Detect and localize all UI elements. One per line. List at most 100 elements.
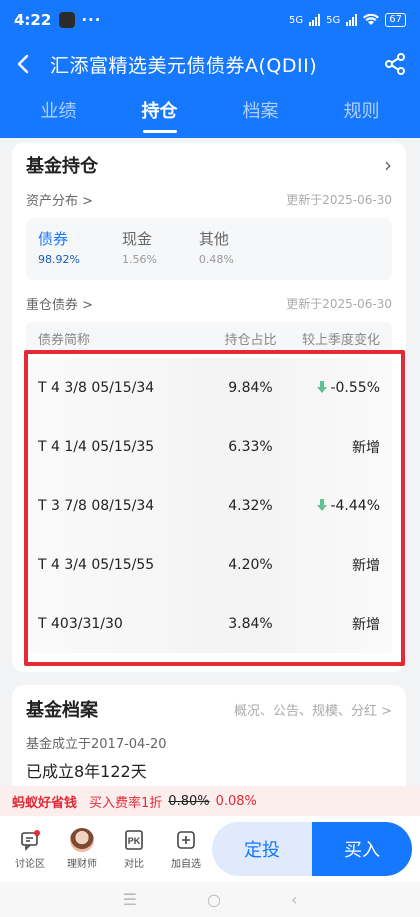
table-row[interactable]: T 4 3/8 05/15/34 9.84% -0.55% <box>26 358 392 417</box>
back-icon[interactable]: ‹ <box>291 890 297 909</box>
bond-change-value: -4.44% <box>330 497 380 514</box>
asset-distribution-header: 资产分布 > 更新于2025-06-30 <box>12 188 406 210</box>
buy-button[interactable]: 买入 <box>312 822 412 876</box>
tab-performance[interactable]: 业绩 <box>41 97 77 129</box>
arrow-down-icon <box>317 380 328 393</box>
asset-name: 其他 <box>198 230 229 248</box>
bond-ratio: 4.20% <box>228 556 273 573</box>
holdings-header[interactable]: 基金持仓 › <box>12 142 406 188</box>
asset-item-bond: 债券 98.92% <box>38 228 80 270</box>
status-indicators: 5G 5G 67 <box>289 13 406 27</box>
asset-value: 0.48% <box>198 253 234 266</box>
bond-ratio: 4.32% <box>228 497 273 514</box>
asset-item-other: 其他 0.48% <box>199 228 234 270</box>
status-time: 4:22 <box>14 11 52 29</box>
back-arrow-icon[interactable] <box>12 52 36 76</box>
bottom-label: 讨论区 <box>15 858 45 870</box>
promo-brand: 蚂蚁好省钱 <box>12 795 78 811</box>
signal-icon <box>309 14 321 26</box>
table-header: 债券简称 持仓占比 较上季度变化 <box>26 322 392 354</box>
header-area: 4:22 ··· 5G 5G 67 汇添富精选美元债债券A(QDII) 业绩 持… <box>0 0 420 138</box>
established-date: 基金成立于2017-04-20 <box>26 737 167 752</box>
menu-icon[interactable]: ☰ <box>123 890 137 909</box>
wifi-icon <box>363 14 380 25</box>
title-bar: 汇添富精选美元债债券A(QDII) <box>0 40 420 88</box>
bond-name: T 3 7/8 08/15/34 <box>38 497 155 514</box>
bond-change: 新增 <box>352 439 380 456</box>
advisor-button[interactable]: 理财师 <box>56 828 108 870</box>
more-notifications-icon: ··· <box>81 11 102 29</box>
tab-rules[interactable]: 规则 <box>344 97 380 129</box>
chat-icon <box>21 829 40 851</box>
bond-name: T 4 3/8 05/15/34 <box>38 379 155 396</box>
bond-name: T 403/31/30 <box>38 615 123 632</box>
bond-table: T 4 3/8 05/15/34 9.84% -0.55% T 4 1/4 05… <box>26 358 392 653</box>
bond-ratio: 3.84% <box>228 615 273 632</box>
bond-name: T 4 1/4 05/15/35 <box>38 438 155 455</box>
bond-ratio: 6.33% <box>228 438 273 455</box>
bottom-label: 对比 <box>124 858 144 870</box>
table-row[interactable]: T 4 1/4 05/15/35 6.33% 新增 <box>26 417 392 476</box>
bonds-updated-date: 更新于2025-06-30 <box>286 296 392 311</box>
profile-header[interactable]: 基金档案 概况、公告、规模、分红 > <box>12 685 406 733</box>
home-icon[interactable]: ○ <box>207 890 221 909</box>
table-row[interactable]: T 3 7/8 08/15/34 4.32% -4.44% <box>26 476 392 535</box>
status-bar: 4:22 ··· 5G 5G 67 <box>0 0 420 40</box>
profile-card: 基金档案 概况、公告、规模、分红 > 基金成立于2017-04-20 已成立8年… <box>12 685 406 795</box>
bottom-label: 理财师 <box>67 859 97 870</box>
bond-change: -4.44% <box>298 498 380 514</box>
system-nav-bar: ☰ ○ ‹ <box>0 882 420 917</box>
profile-links[interactable]: 概况、公告、规模、分红 > <box>234 700 392 719</box>
bond-change: -0.55% <box>298 380 380 396</box>
asset-distribution-link[interactable]: 资产分布 > <box>26 190 93 209</box>
bond-change: 新增 <box>352 616 380 633</box>
bottom-label: 加自选 <box>171 858 201 870</box>
arrow-down-icon <box>317 498 328 511</box>
bond-name: T 4 3/4 05/15/55 <box>38 556 155 573</box>
asset-name: 债券 <box>38 230 69 248</box>
advisor-avatar <box>70 828 94 852</box>
bond-change: 新增 <box>352 557 380 574</box>
column-header-ratio: 持仓占比 <box>224 332 277 348</box>
svg-text:PK: PK <box>128 836 141 846</box>
app-notification-icon <box>59 12 76 28</box>
bond-change-value: -0.55% <box>330 379 380 396</box>
column-header-change: 较上季度变化 <box>301 332 380 348</box>
table-row[interactable]: T 403/31/30 3.84% 新增 <box>26 594 392 653</box>
add-watchlist-button[interactable]: 加自选 <box>160 829 212 870</box>
signal-icon-2 <box>346 14 358 26</box>
compare-icon: PK <box>125 829 143 850</box>
table-row[interactable]: T 4 3/4 05/15/55 4.20% 新增 <box>26 535 392 594</box>
chevron-right-icon[interactable]: › <box>384 153 392 177</box>
page-title: 汇添富精选美元债债券A(QDII) <box>50 54 318 77</box>
tab-holdings[interactable]: 持仓 <box>142 97 178 129</box>
asset-updated-date: 更新于2025-06-30 <box>286 192 392 207</box>
signal-label-1: 5G <box>289 14 304 26</box>
promo-old-fee: 0.80% <box>168 793 210 809</box>
discussion-button[interactable]: 讨论区 <box>4 829 56 870</box>
bond-ratio: 9.84% <box>228 379 273 396</box>
compare-button[interactable]: PK 对比 <box>108 829 160 870</box>
promo-fee-label: 买入费率1折 <box>89 795 163 811</box>
asset-item-cash: 现金 1.56% <box>122 228 157 270</box>
sip-button[interactable]: 定投 <box>212 822 312 876</box>
promo-bar[interactable]: 蚂蚁好省钱 买入费率1折 0.80% 0.08% <box>0 786 420 816</box>
fund-age: 已成立8年122天 <box>26 762 147 781</box>
asset-allocation-box: 债券 98.92% 现金 1.56% 其他 0.48% <box>26 218 392 280</box>
asset-name: 现金 <box>121 230 152 248</box>
top-bonds-link[interactable]: 重仓债券 > <box>26 294 93 313</box>
column-header-name: 债券简称 <box>38 332 91 348</box>
action-buttons: 定投 买入 <box>212 822 412 876</box>
tab-profile[interactable]: 档案 <box>243 97 279 129</box>
tab-bar: 业绩 持仓 档案 规则 <box>0 88 420 138</box>
plus-square-icon <box>177 830 195 849</box>
holdings-card: 基金持仓 › 资产分布 > 更新于2025-06-30 债券 98.92% 现金… <box>12 142 406 672</box>
top-bonds-header: 重仓债券 > 更新于2025-06-30 <box>12 292 406 314</box>
share-icon[interactable] <box>382 51 408 77</box>
asset-value: 98.92% <box>38 253 80 266</box>
holdings-title: 基金持仓 <box>26 156 98 177</box>
signal-label-2: 5G <box>326 14 341 26</box>
asset-value: 1.56% <box>121 253 157 266</box>
promo-new-fee: 0.08% <box>215 793 257 809</box>
bottom-bar: 讨论区 理财师 PK 对比 加自选 定投 买入 <box>0 816 420 882</box>
